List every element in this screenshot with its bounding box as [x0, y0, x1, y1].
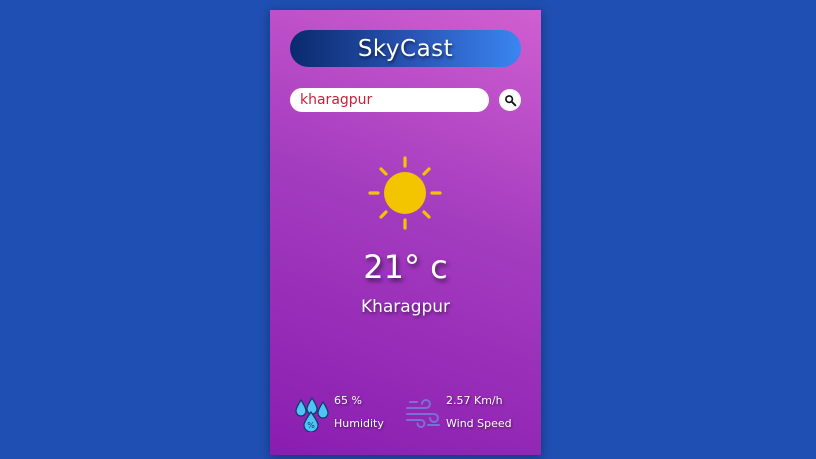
sun-icon [368, 156, 442, 230]
humidity-icon: % [295, 396, 329, 432]
wind-label: Wind Speed [446, 417, 512, 430]
humidity-label: Humidity [334, 417, 384, 430]
search-bar [290, 88, 521, 112]
search-input[interactable] [290, 88, 489, 112]
app-title: SkyCast [357, 35, 454, 62]
search-icon [504, 94, 516, 106]
city-name: Kharagpur [360, 297, 451, 317]
search-button[interactable] [499, 89, 521, 111]
app-title-banner: SkyCast [290, 30, 521, 67]
weather-card: SkyCast 21° c Kharagpur [270, 10, 541, 455]
humidity-value: 65 % [334, 394, 362, 407]
wind-icon [406, 399, 440, 428]
wind-detail: 2.57 Km/h Wind Speed [404, 390, 529, 436]
temperature: 21° c [363, 248, 448, 286]
humidity-detail: % 65 % Humidity [292, 390, 402, 436]
wind-value: 2.57 Km/h [446, 394, 503, 407]
svg-text:%: % [307, 421, 315, 430]
